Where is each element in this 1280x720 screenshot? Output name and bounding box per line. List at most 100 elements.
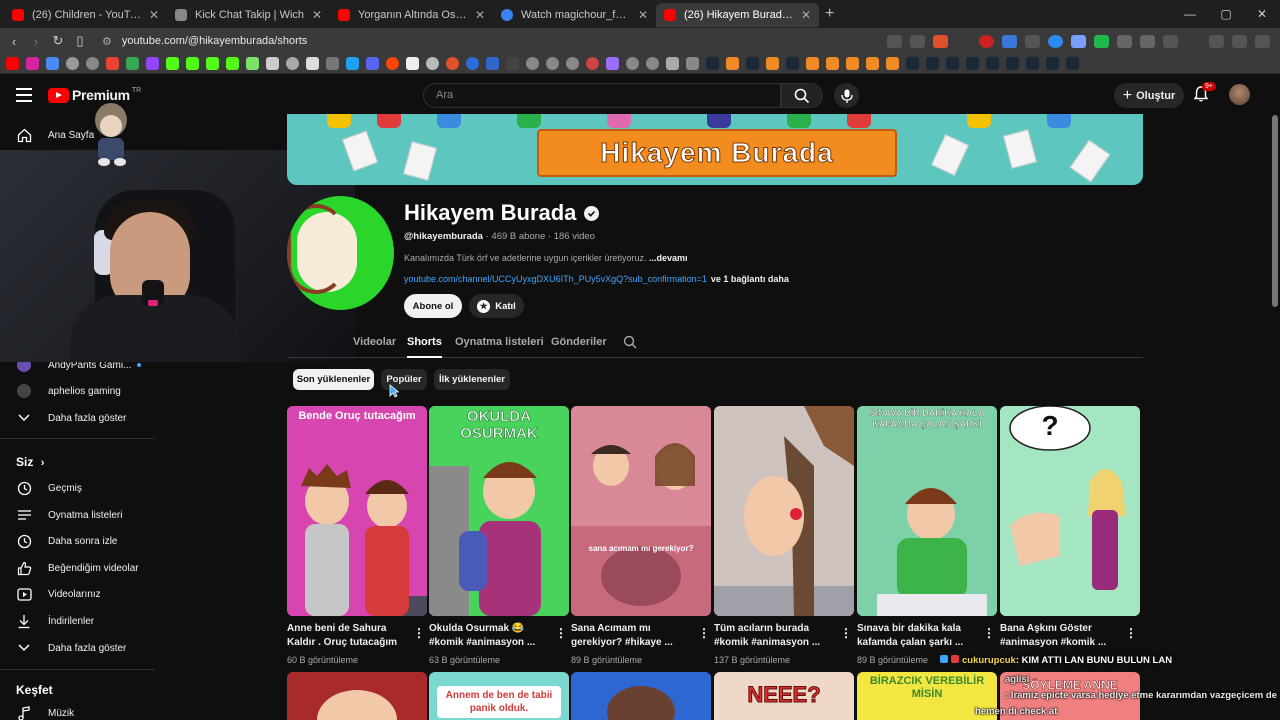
back-icon[interactable]: ‹ (4, 34, 24, 49)
channel-search-icon[interactable] (623, 335, 637, 349)
bookmark-icon[interactable] (566, 57, 579, 70)
more-options-icon[interactable]: ⋮ (555, 626, 567, 640)
channel-description[interactable]: Kanalımızda Türk örf ve adetlerine uygun… (404, 253, 687, 263)
bookmark-folder-icon[interactable] (686, 57, 699, 70)
browser-tab[interactable]: Kick Chat Takip | Wich ✕ (167, 3, 330, 27)
menu-icon[interactable] (1255, 34, 1270, 48)
bookmark-discord-icon[interactable] (366, 57, 379, 70)
bookmark-icon[interactable] (826, 57, 839, 70)
tab-shorts[interactable]: Shorts (407, 336, 442, 358)
bookmark-icon[interactable] (846, 57, 859, 70)
bookmark-steam-icon[interactable] (986, 57, 999, 70)
short-title[interactable]: Sınava bir dakika kala kafamda çalan şar… (857, 622, 975, 650)
minimize-button[interactable]: — (1172, 0, 1208, 28)
bookmark-steam-icon[interactable] (746, 57, 759, 70)
extension-icon[interactable] (1117, 34, 1132, 48)
short-title[interactable]: Anne beni de Sahura Kaldır . Oruç tutaca… (287, 622, 405, 650)
bookmark-kick-icon[interactable] (166, 57, 179, 70)
bookmark-kick-icon[interactable] (226, 57, 239, 70)
bookmark-icon[interactable] (886, 57, 899, 70)
url-field[interactable]: ⚙ youtube.com/@hikayemburada/shorts (102, 35, 887, 48)
bookmark-gmail-icon[interactable] (106, 57, 119, 70)
more-options-icon[interactable]: ⋮ (698, 626, 710, 640)
sidebar-item-your-videos[interactable]: Videolarınız (0, 581, 155, 607)
sidebar-item-music[interactable]: Müzik (0, 700, 155, 720)
bookmark-drive-icon[interactable] (126, 57, 139, 70)
bookmark-kick-icon[interactable] (206, 57, 219, 70)
bookmark-steam-icon[interactable] (1046, 57, 1059, 70)
bookmark-icon[interactable] (66, 57, 79, 70)
extension-icon[interactable] (1071, 34, 1086, 48)
browser-tab-active[interactable]: (26) Hikayem Burada - YouTube✕ (656, 3, 819, 27)
short-thumbnail[interactable] (714, 406, 854, 616)
search-button[interactable] (781, 83, 823, 108)
extension-icon[interactable] (1025, 34, 1040, 48)
chip-oldest[interactable]: İlk yüklenenler (434, 369, 510, 390)
bookmark-icon[interactable] (406, 57, 419, 70)
playlist-icon[interactable] (1209, 34, 1224, 48)
close-icon[interactable]: ✕ (638, 8, 648, 22)
browser-tab[interactable]: Yorganın Altında Osurmak - YouTube✕ (330, 3, 493, 27)
menu-icon[interactable] (16, 88, 32, 106)
bookmark-icon[interactable] (526, 57, 539, 70)
more-options-icon[interactable]: ⋮ (1125, 626, 1137, 640)
sidebar-item-playlists[interactable]: Oynatma listeleri (0, 502, 155, 528)
puzzle-icon[interactable] (1140, 34, 1155, 48)
channel-avatar[interactable] (287, 196, 394, 310)
sidebar-show-more[interactable]: Daha fazla göster (0, 635, 155, 661)
bookmark-icon[interactable] (86, 57, 99, 70)
join-button[interactable]: ★ Katıl (469, 294, 524, 318)
bookmark-kick-icon[interactable] (186, 57, 199, 70)
short-thumbnail[interactable]: SINAVA BİR DAKİKA KALA KAFAMDA ÇALAN ŞAR… (857, 406, 997, 616)
bookmark-icon[interactable] (666, 57, 679, 70)
bookmark-icon[interactable] (726, 57, 739, 70)
tab-videos[interactable]: Videolar (353, 336, 396, 348)
sidebar-show-more[interactable]: Daha fazla göster (0, 405, 155, 431)
bookmark-icon[interactable] (46, 57, 59, 70)
more-options-icon[interactable]: ⋮ (983, 626, 995, 640)
bookmark-icon[interactable] (766, 57, 779, 70)
short-title[interactable]: Sana Acımam mı gerekiyor? #hikaye ... (571, 622, 689, 650)
sidebar-item-watch-later[interactable]: Daha sonra izle (0, 528, 155, 554)
close-icon[interactable]: ✕ (475, 8, 485, 22)
bookmark-steam-icon[interactable] (926, 57, 939, 70)
close-icon[interactable]: ✕ (312, 8, 322, 22)
profile-icon[interactable] (1232, 34, 1247, 48)
bookmark-icon[interactable] (806, 57, 819, 70)
bookmark-steam-icon[interactable] (906, 57, 919, 70)
bookmark-icon[interactable] (266, 57, 279, 70)
forward-icon[interactable]: › (26, 34, 46, 49)
extension-icon[interactable] (1048, 34, 1063, 48)
browser-tab[interactable]: Watch magichour_face_swap-2026-0✕ (493, 3, 656, 27)
short-thumbnail[interactable]: Bende Oruç tutacağım (287, 406, 427, 616)
subscribe-button[interactable]: Abone ol (404, 294, 462, 318)
bookmark-icon[interactable] (246, 57, 259, 70)
bookmark-icon[interactable] (466, 57, 479, 70)
sidebar-item-history[interactable]: Geçmiş (0, 475, 155, 501)
extension-icon[interactable] (1094, 34, 1109, 48)
tab-posts[interactable]: Gönderiler (551, 336, 607, 348)
chip-latest[interactable]: Son yüklenenler (293, 369, 374, 390)
bookmark-icon[interactable] (486, 57, 499, 70)
more-options-icon[interactable]: ⋮ (840, 626, 852, 640)
sidebar-icon[interactable] (1163, 34, 1178, 48)
bookmark-icon[interactable] (306, 57, 319, 70)
new-tab-button[interactable]: + (825, 5, 834, 23)
sidebar-item-downloads[interactable]: İndirilenler (0, 608, 155, 634)
search-input[interactable]: Ara (423, 83, 781, 108)
short-thumbnail[interactable]: ? (1000, 406, 1140, 616)
bookmark-icon[interactable] (866, 57, 879, 70)
short-title[interactable]: Tüm acıların burada #komik #animasyon ..… (714, 622, 832, 650)
bookmark-steam-icon[interactable] (1006, 57, 1019, 70)
bookmark-icon[interactable] (426, 57, 439, 70)
bookmark-twitch-icon[interactable] (146, 57, 159, 70)
bookmark-x-icon[interactable] (326, 57, 339, 70)
extension-icon[interactable] (979, 34, 994, 48)
short-title[interactable]: Bana Aşkını Göster #animasyon #komik ... (1000, 622, 1118, 650)
close-icon[interactable]: ✕ (149, 8, 159, 22)
short-thumbnail[interactable] (571, 672, 711, 720)
short-title[interactable]: Okulda Osurmak 😂 #komik #animasyon ... (429, 622, 547, 650)
bookmark-steam-icon[interactable] (1026, 57, 1039, 70)
bookmark-icon[interactable] (626, 57, 639, 70)
bookmark-steam-icon[interactable] (966, 57, 979, 70)
